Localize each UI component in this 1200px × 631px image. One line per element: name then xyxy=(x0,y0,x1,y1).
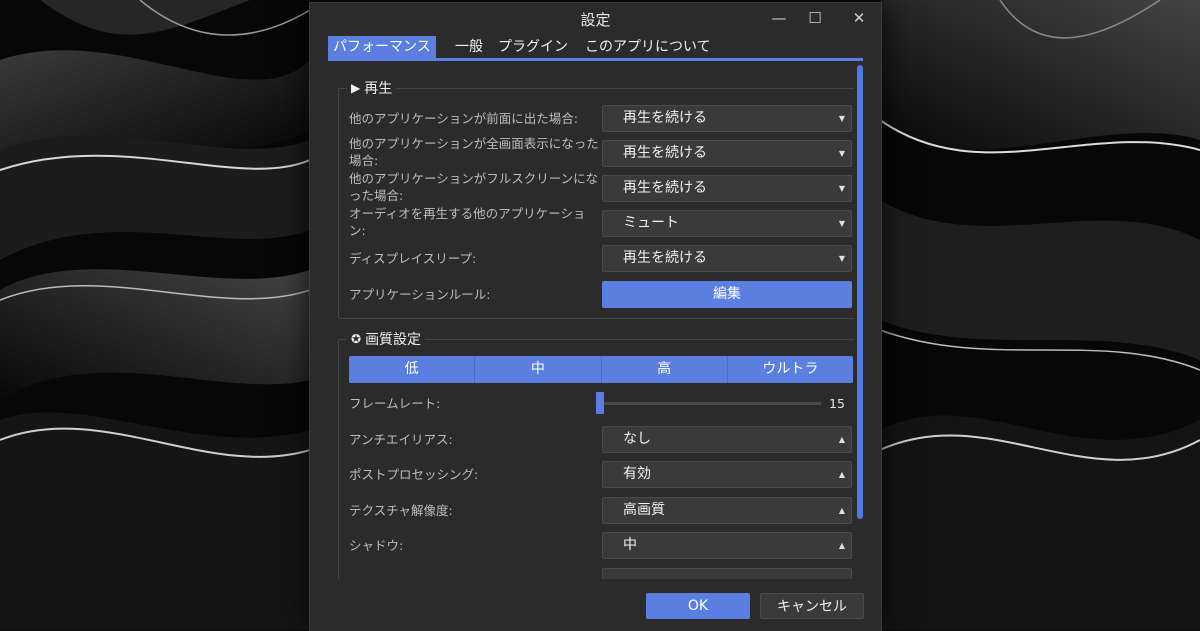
settings-content: ▶ 再生 他のアプリケーションが前面に出た場合: 再生を続ける ▼ 他のアプリケ… xyxy=(328,65,854,579)
tab-bar: パフォーマンス 一般 プラグイン このアプリについて xyxy=(328,36,863,61)
edit-rules-button[interactable]: 編集 xyxy=(602,281,852,308)
preset-ultra-button[interactable]: ウルトラ xyxy=(728,356,853,383)
tab-plugins[interactable]: プラグイン xyxy=(493,36,573,58)
app-rules-label: アプリケーションルール: xyxy=(349,287,491,302)
tab-performance[interactable]: パフォーマンス xyxy=(328,36,436,58)
row-label: 他のアプリケーションが全画面表示になった場合: xyxy=(349,136,599,168)
chevron-up-icon: ▲ xyxy=(838,435,845,444)
chevron-down-icon: ▼ xyxy=(838,149,845,158)
row-label: アンチエイリアス: xyxy=(349,432,453,447)
row-label: ディスプレイスリープ: xyxy=(349,251,477,266)
close-icon[interactable]: ✕ xyxy=(846,7,872,29)
chevron-down-icon: ▼ xyxy=(838,114,845,123)
partially-visible-select[interactable] xyxy=(602,568,852,579)
antialiasing-select[interactable]: なし ▲ xyxy=(602,426,852,453)
cancel-button[interactable]: キャンセル xyxy=(760,593,864,619)
playback-group: ▶ 再生 他のアプリケーションが前面に出た場合: 再生を続ける ▼ 他のアプリケ… xyxy=(338,78,854,319)
quality-group-title: 画質設定 xyxy=(365,332,422,348)
framerate-label: フレームレート: xyxy=(349,396,441,411)
row-label: オーディオを再生する他のアプリケーション: xyxy=(349,206,586,238)
framerate-slider-thumb[interactable] xyxy=(596,392,604,414)
settings-dialog: 設定 — ☐ ✕ パフォーマンス 一般 プラグイン このアプリについて ▶ 再生… xyxy=(309,2,882,631)
foreground-app-select[interactable]: 再生を続ける ▼ xyxy=(602,105,852,132)
title-bar[interactable]: 設定 — ☐ ✕ xyxy=(310,3,881,33)
tab-about[interactable]: このアプリについて xyxy=(580,36,716,58)
dialog-title: 設定 xyxy=(580,11,611,29)
framerate-slider-track[interactable] xyxy=(599,402,821,405)
row-label: ポストプロセッシング: xyxy=(349,467,479,482)
shadow-select[interactable]: 中 ▲ xyxy=(602,532,852,559)
framerate-value: 15 xyxy=(829,396,845,411)
maximize-icon[interactable]: ☐ xyxy=(802,7,828,29)
quality-group: ✪ 画質設定 低 中 高 ウルトラ フレームレート: 15 アンチエイリアス: … xyxy=(338,329,854,579)
audio-app-select[interactable]: ミュート ▼ xyxy=(602,210,852,237)
row-label: 他のアプリケーションが前面に出た場合: xyxy=(349,111,578,126)
playback-group-title: 再生 xyxy=(364,81,393,97)
postprocessing-select[interactable]: 有効 ▲ xyxy=(602,461,852,488)
display-sleep-select[interactable]: 再生を続ける ▼ xyxy=(602,245,852,272)
play-icon: ▶ xyxy=(351,81,361,95)
quality-preset-selector: 低 中 高 ウルトラ xyxy=(349,356,853,383)
ok-button[interactable]: OK xyxy=(646,593,750,619)
chevron-up-icon: ▲ xyxy=(838,506,845,515)
minimize-icon[interactable]: — xyxy=(766,7,792,29)
fullscreen-app-select[interactable]: 再生を続ける ▼ xyxy=(602,175,852,202)
row-label: テクスチャ解像度: xyxy=(349,503,453,518)
tab-general[interactable]: 一般 xyxy=(450,36,488,58)
ribbon-icon: ✪ xyxy=(351,332,362,346)
maximized-app-select[interactable]: 再生を続ける ▼ xyxy=(602,140,852,167)
chevron-up-icon: ▲ xyxy=(838,470,845,479)
scrollbar[interactable] xyxy=(857,65,863,519)
chevron-down-icon: ▼ xyxy=(838,254,845,263)
preset-medium-button[interactable]: 中 xyxy=(475,356,602,383)
row-label: シャドウ: xyxy=(349,538,404,553)
preset-high-button[interactable]: 高 xyxy=(602,356,728,383)
preset-low-button[interactable]: 低 xyxy=(349,356,476,383)
chevron-down-icon: ▼ xyxy=(838,184,845,193)
chevron-down-icon: ▼ xyxy=(838,219,845,228)
texture-resolution-select[interactable]: 高画質 ▲ xyxy=(602,497,852,524)
chevron-up-icon: ▲ xyxy=(838,541,845,550)
row-label: 他のアプリケーションがフルスクリーンになった場合: xyxy=(349,171,599,203)
